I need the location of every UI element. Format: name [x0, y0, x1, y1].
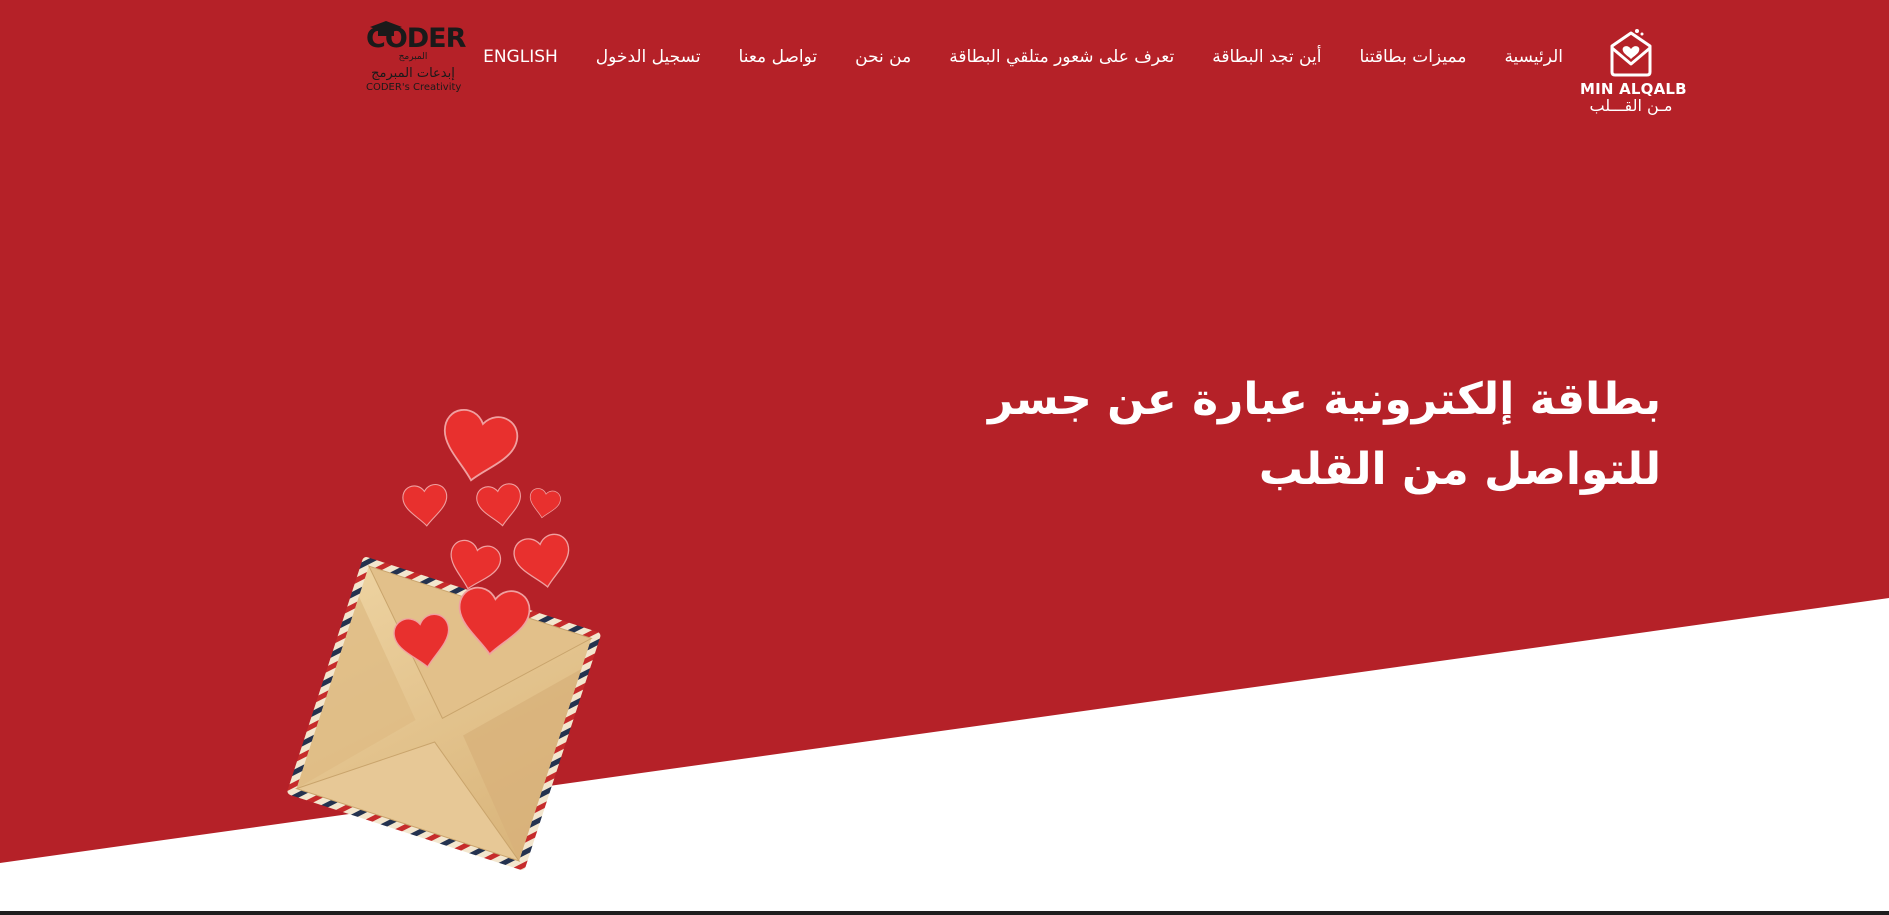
coder-ar-tagline: إبدعات المبرمج — [371, 66, 455, 81]
main-menu: الرئيسية مميزات بطاقتنا أين تجد البطاقة … — [483, 44, 1563, 70]
nav-login[interactable]: تسجيل الدخول — [596, 47, 701, 67]
brand-logo[interactable]: MIN ALQALB مـن القـــلب — [1580, 28, 1687, 122]
nav-about[interactable]: من نحن — [855, 47, 911, 67]
nav-where[interactable]: أين تجد البطاقة — [1212, 47, 1321, 67]
hero-section: بطاقة إلكترونية عبارة عن جسر للتواصل من … — [0, 0, 1889, 911]
nav-home[interactable]: الرئيسية — [1504, 47, 1563, 67]
nav-features[interactable]: مميزات بطاقتنا — [1359, 47, 1466, 67]
nav-contact[interactable]: تواصل معنا — [739, 47, 818, 67]
nav-feelings[interactable]: تعرف على شعور متلقي البطاقة — [949, 47, 1174, 67]
page-bottom-border — [0, 911, 1889, 915]
graduation-cap-icon — [370, 21, 402, 36]
hero-headline: بطاقة إلكترونية عبارة عن جسر للتواصل من … — [987, 374, 1661, 495]
coder-partner-logo[interactable]: CODER المبرمج إبدعات المبرمج CODER's Cre… — [366, 20, 466, 106]
envelope-heart-icon — [1610, 29, 1652, 77]
brand-name-ar: مـن القـــلب — [1589, 96, 1673, 115]
envelope-with-hearts-image — [280, 395, 650, 885]
top-navigation: MIN ALQALB مـن القـــلب الرئيسية مميزات … — [0, 0, 1889, 130]
coder-en-tagline: CODER's Creativity — [366, 82, 462, 93]
nav-english[interactable]: ENGLISH — [483, 47, 558, 67]
